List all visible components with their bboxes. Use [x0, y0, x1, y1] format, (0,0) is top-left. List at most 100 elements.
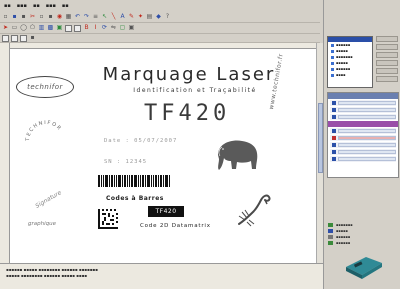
new-icon[interactable]: ▫	[2, 14, 9, 21]
property-row[interactable]	[330, 107, 396, 113]
bold-icon[interactable]: B	[83, 25, 90, 32]
option-icon	[328, 241, 333, 245]
barcode-caption: Codes à Barres	[106, 195, 164, 202]
menu-item[interactable]: ▪▪▪	[17, 3, 27, 9]
font-box-icon[interactable]	[65, 24, 72, 32]
inverse-text-box: TF420	[148, 206, 184, 217]
datamatrix-graphic	[98, 209, 118, 229]
polygon-icon[interactable]: ⬠	[29, 25, 36, 32]
properties-section-header	[328, 121, 398, 127]
menu-item[interactable]: ▪▪▪	[46, 3, 56, 9]
side-tool-button[interactable]	[376, 36, 398, 42]
property-row[interactable]	[330, 149, 396, 155]
size-box-icon[interactable]	[74, 24, 81, 32]
side-tool-button[interactable]	[376, 68, 398, 74]
help-icon[interactable]: ?	[164, 14, 171, 21]
circular-text-graphic: TECHNIFOR	[25, 120, 63, 142]
right-toolbar	[324, 0, 400, 34]
vertical-scrollbar[interactable]	[316, 43, 323, 263]
property-row[interactable]	[330, 114, 396, 120]
save-icon[interactable]: ▪	[20, 14, 27, 21]
italic-icon[interactable]: I	[92, 25, 99, 32]
ellipse-icon[interactable]: ◯	[20, 25, 27, 32]
pen-icon[interactable]: ✎	[128, 14, 135, 21]
property-row[interactable]	[330, 142, 396, 148]
undo-icon[interactable]: ↶	[74, 14, 81, 21]
marking-canvas[interactable]: technifor Marquage Laser Identification …	[10, 49, 316, 263]
list-item[interactable]: ▪▪▪▪	[328, 72, 372, 78]
option-icon	[328, 235, 333, 239]
line-icon[interactable]: ╲	[110, 14, 117, 21]
toolbar-main: ▫ ▪ ▪ ✂ ▫ ▪ ◉ ▦ ↶ ↷ ≡ ↖ ╲ A ✎ ✦ ▤ ◆ ?	[0, 12, 320, 23]
zoom-icon[interactable]: ◉	[56, 14, 63, 21]
property-row[interactable]	[330, 128, 396, 134]
rectangle-icon[interactable]: ▭	[11, 25, 18, 32]
barcode-tool-icon[interactable]: ▥	[38, 25, 45, 32]
side-tool-button[interactable]	[376, 60, 398, 66]
paste-icon[interactable]: ▪	[47, 14, 54, 21]
app-window: ▪▪ ▪▪▪ ▪▪ ▪▪▪ ▪▪ ▫ ▪ ▪ ✂ ▫ ▪ ◉ ▦ ↶ ↷ ≡ ↖…	[0, 0, 400, 289]
page-title: Marquage Laser	[102, 64, 276, 85]
technifor-logo: technifor	[16, 76, 74, 98]
property-row[interactable]	[330, 135, 396, 141]
laser-icon[interactable]: ✦	[137, 14, 144, 21]
side-tool-button[interactable]	[376, 76, 398, 82]
right-panel: ▪▪▪▪▪▪ ▪▪▪▪▪ ▪▪▪▪▪▪▪ ▪▪▪▪▪ ▪▪▪▪▪▪ ▪▪▪▪ ▪…	[323, 0, 400, 289]
coord-field[interactable]	[2, 34, 9, 42]
properties-panel	[327, 92, 399, 178]
serial-field: SN : 12345	[104, 159, 148, 165]
redo-icon[interactable]: ↷	[83, 14, 90, 21]
toolbar-drawing: ➤ ▭ ◯ ⬠ ▥ ▩ ▣ B I ⟳ ⇋ ▢ ▣	[0, 23, 320, 34]
property-row[interactable]	[330, 156, 396, 162]
copy-icon[interactable]: ▫	[38, 14, 45, 21]
coord-field[interactable]	[11, 34, 18, 42]
option-icon	[328, 229, 333, 233]
rotate-icon[interactable]: ⟳	[101, 25, 108, 32]
ungroup-icon[interactable]: ▣	[128, 25, 135, 32]
model-number: TF420	[144, 101, 231, 126]
script-text-2: graphique	[28, 221, 56, 227]
elephant-icon	[218, 140, 258, 170]
side-tool-button[interactable]	[376, 44, 398, 50]
option-icon	[328, 223, 333, 227]
side-option[interactable]: ▪▪▪▪▪▪	[328, 240, 398, 246]
layer-icon[interactable]: ▤	[146, 14, 153, 21]
menu-item[interactable]: ▪▪	[62, 3, 69, 9]
grid-icon[interactable]: ▦	[65, 14, 72, 21]
menu-item[interactable]: ▪▪	[4, 3, 11, 9]
barcode-graphic	[98, 175, 178, 187]
status-bar: ▪▪▪▪▪▪ ▪▪▪▪▪ ▪▪▪▪▪▪▪▪ ▪▪▪▪▪▪ ▪▪▪▪▪▪▪ ▪▪▪…	[0, 263, 323, 289]
align-icon[interactable]: ≡	[92, 14, 99, 21]
property-row[interactable]	[330, 100, 396, 106]
date-field: Date : 05/07/2007	[104, 138, 178, 144]
datamatrix-caption: Code 2D Datamatrix	[140, 223, 211, 229]
ruler-vertical	[0, 43, 10, 263]
select-icon[interactable]: ↖	[101, 14, 108, 21]
arrow-icon[interactable]: ➤	[2, 25, 9, 32]
open-icon[interactable]: ▪	[11, 14, 18, 21]
lock-icon[interactable]: ▪	[29, 35, 36, 42]
datamatrix-tool-icon[interactable]: ▩	[47, 25, 54, 32]
menu-item[interactable]: ▪▪	[33, 3, 40, 9]
laser-marker-device-icon	[346, 257, 382, 279]
scorpion-icon	[238, 194, 271, 227]
cut-icon[interactable]: ✂	[29, 14, 36, 21]
script-text-1: Signature	[34, 189, 63, 210]
circular-text: TECHNIFOR	[25, 120, 62, 142]
side-tool-buttons	[376, 36, 398, 88]
properties-header	[328, 93, 398, 99]
side-tool-button[interactable]	[376, 52, 398, 58]
status-line-2: ▪▪▪▪▪ ▪▪▪▪▪▪▪▪ ▪▪▪▪▪▪ ▪▪▪▪▪ ▪▪▪▪	[6, 273, 87, 278]
mirror-icon[interactable]: ⇋	[110, 25, 117, 32]
image-tool-icon[interactable]: ▣	[56, 25, 63, 32]
object-list[interactable]: ▪▪▪▪▪▪ ▪▪▪▪▪ ▪▪▪▪▪▪▪ ▪▪▪▪▪ ▪▪▪▪▪▪ ▪▪▪▪	[327, 36, 373, 88]
logo-text: technifor	[27, 83, 63, 91]
page-subtitle: Identification et Traçabilité	[133, 87, 257, 94]
side-options: ▪▪▪▪▪▪▪ ▪▪▪▪▪ ▪▪▪▪▪▪ ▪▪▪▪▪▪	[328, 222, 398, 246]
toolbar-position: ▪	[0, 34, 320, 43]
svg-text:TECHNIFOR: TECHNIFOR	[25, 120, 63, 142]
coord-field[interactable]	[20, 34, 27, 42]
group-icon[interactable]: ▢	[119, 25, 126, 32]
fill-icon[interactable]: ◆	[155, 14, 162, 21]
text-icon[interactable]: A	[119, 14, 126, 21]
